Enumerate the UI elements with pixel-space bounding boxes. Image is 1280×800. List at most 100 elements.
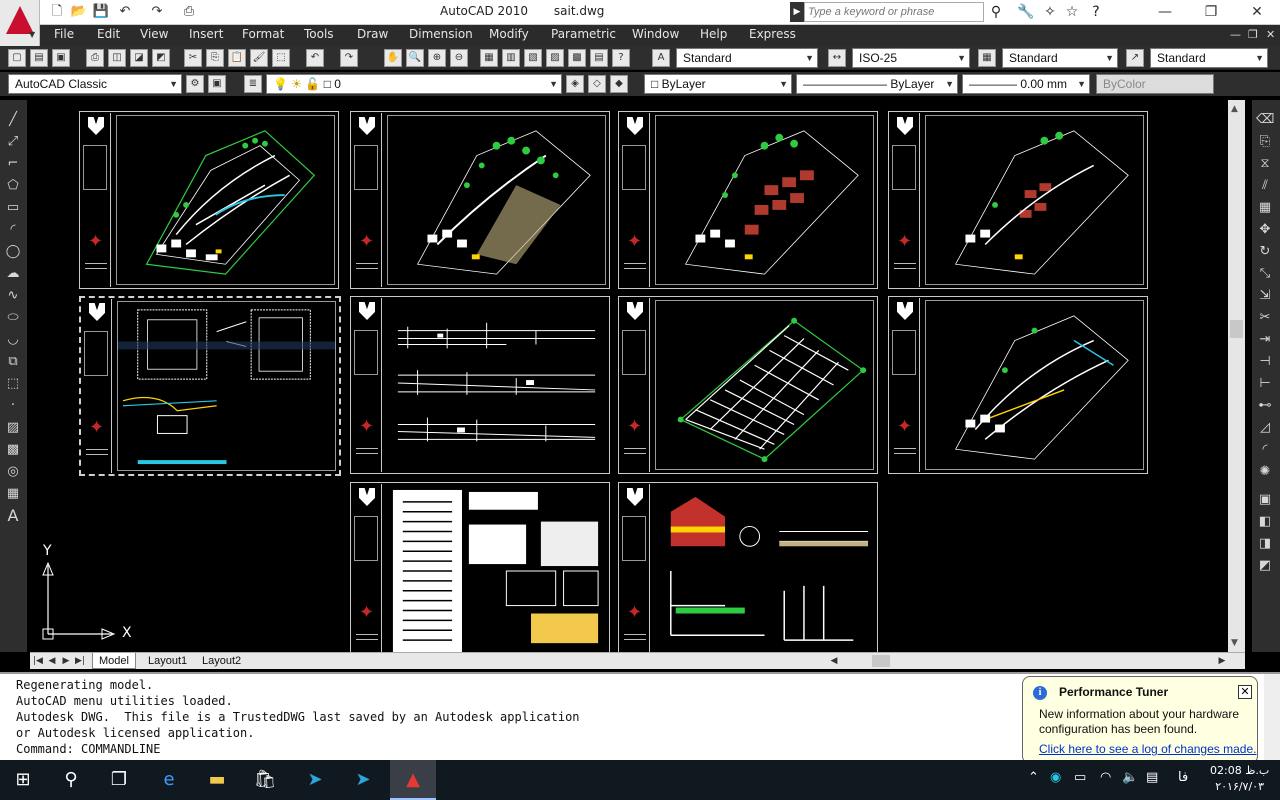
publish-icon[interactable]: ◪ [130,49,148,67]
match-properties-icon[interactable]: 🖌 [250,49,268,67]
prev-tab-icon[interactable]: ◀ [46,654,58,668]
search-input[interactable]: Type a keyword or phrase [804,2,984,22]
menu-parametric[interactable]: Parametric [551,27,616,41]
scroll-up-icon[interactable]: ▲ [1231,104,1238,114]
tool-palettes-icon[interactable]: ▧ [524,49,542,67]
chamfer-icon[interactable]: ◿ [1256,420,1274,436]
table-style-select[interactable]: Standard ▼ [1002,48,1118,68]
search-icon[interactable]: ⚲ [48,760,94,800]
doc-restore-icon[interactable]: ❐ [1248,28,1258,41]
drawing-sheet[interactable]: ✦ [888,111,1148,289]
subscription-icon[interactable]: 🔧 [1016,3,1036,21]
menu-edit[interactable]: Edit [97,27,120,41]
fillet-icon[interactable]: ◜ [1256,442,1274,458]
doc-minimize-icon[interactable]: — [1230,28,1241,41]
view-log-link[interactable]: Click here to see a log of changes made. [1039,742,1256,756]
3d-print-icon[interactable]: ◩ [152,49,170,67]
make-layer-current-icon[interactable]: ◈ [566,75,584,93]
tab-layout1[interactable]: Layout1 [142,653,193,669]
polyline-icon[interactable]: ⌐ [4,156,22,172]
arc-icon[interactable]: ◜ [4,222,22,238]
last-tab-icon[interactable]: ▶| [74,654,86,668]
workspace-save-icon[interactable]: ▣ [208,75,226,93]
menu-dimension[interactable]: Dimension [409,27,473,41]
zoom-realtime-icon[interactable]: 🔍 [406,49,424,67]
erase-icon[interactable]: ⌫ [1256,112,1274,128]
dim-style-select[interactable]: ISO-25 ▼ [852,48,970,68]
open-icon[interactable]: 📂 [70,3,88,21]
help-icon[interactable]: ? [1086,3,1106,21]
drawing-sheet[interactable]: ✦ [350,296,610,474]
cut-icon[interactable]: ✂ [184,49,202,67]
layer-select[interactable]: 💡 ☀ 🔓 □ 0 ▼ [266,74,562,94]
drawing-sheet[interactable]: ✦ [618,111,878,289]
scale-icon[interactable]: ⤡ [1256,266,1274,282]
ellipse-arc-icon[interactable]: ◡ [4,332,22,348]
battery-icon[interactable]: ▭ [1074,770,1086,785]
mirror-icon[interactable]: ⧖ [1256,156,1274,172]
first-tab-icon[interactable]: |◀ [32,654,44,668]
join-icon[interactable]: ⊷ [1256,398,1274,414]
markup-icon[interactable]: ▩ [568,49,586,67]
table-icon[interactable]: ▦ [4,486,22,502]
drawing-sheet-selected[interactable]: ✦ [79,296,341,476]
drawing-sheet[interactable]: ✦ [618,296,878,474]
move-icon[interactable]: ✥ [1256,222,1274,238]
circle-icon[interactable]: ◯ [4,244,22,260]
trim-icon[interactable]: ✂ [1256,310,1274,326]
application-menu-button[interactable]: ▼ [0,0,40,46]
menu-file[interactable]: File [54,27,74,41]
send-back-icon[interactable]: ◨ [1256,536,1274,552]
communication-icon[interactable]: ✧ [1040,3,1060,21]
point-icon[interactable]: · [4,398,22,414]
command-scrollbar[interactable] [1264,674,1280,760]
extend-icon[interactable]: ⇥ [1256,332,1274,348]
drawing-canvas[interactable]: ✦ ✦ ✦ ✦ ✦ ✦ ✦ ✦ ✦ ✦ Y X [30,100,1228,652]
insert-block-icon[interactable]: ⧉ [4,354,22,370]
multileader-style-icon[interactable]: ↗ [1126,49,1144,67]
binoculars-icon[interactable]: ⚲ [986,3,1006,21]
calculator-icon[interactable]: ▤ [590,49,608,67]
plot-icon[interactable]: ⎙ [180,3,198,21]
minimize-button[interactable]: — [1142,0,1188,25]
text-style-icon[interactable]: A [652,49,670,67]
hatch-icon[interactable]: ▨ [4,420,22,436]
layer-states-icon[interactable]: ◆ [610,75,628,93]
tab-model[interactable]: Model [92,653,136,669]
redo-icon[interactable]: ↷ [340,49,358,67]
construction-line-icon[interactable]: ⤢ [4,134,22,150]
menu-insert[interactable]: Insert [189,27,223,41]
menu-modify[interactable]: Modify [489,27,529,41]
doc-close-icon[interactable]: ✕ [1266,28,1275,41]
telegram-notify-icon[interactable]: ➤ [340,760,386,800]
command-prompt[interactable]: Command: COMMANDLINE [16,742,161,756]
text-front-icon[interactable]: ◩ [1256,558,1274,574]
revision-cloud-icon[interactable]: ☁ [4,266,22,282]
array-icon[interactable]: ▦ [1256,200,1274,216]
drawing-sheet[interactable]: ✦ [79,111,339,289]
vertical-scrollbar[interactable]: ▲ ▼ [1228,100,1245,652]
input-language-indicator[interactable]: فا [1178,770,1188,785]
telegram-icon[interactable]: ➤ [292,760,338,800]
menu-window[interactable]: Window [632,27,679,41]
design-center-icon[interactable]: ▥ [502,49,520,67]
tray-expand-icon[interactable]: ⌃ [1028,770,1039,785]
drawing-sheet[interactable]: ✦ [618,482,878,652]
tab-layout2[interactable]: Layout2 [196,653,247,669]
rectangle-icon[interactable]: ▭ [4,200,22,216]
make-block-icon[interactable]: ⬚ [4,376,22,392]
zoom-previous-icon[interactable]: ⊖ [450,49,468,67]
ellipse-icon[interactable]: ⬭ [4,310,22,326]
copy-object-icon[interactable]: ⎘ [1256,134,1274,150]
copy-icon[interactable]: ⎘ [206,49,224,67]
scroll-left-icon[interactable]: ◀ [828,654,840,668]
qnew-icon[interactable]: ▢ [8,49,26,67]
preview-icon[interactable]: ◫ [108,49,126,67]
skype-icon[interactable]: ◉ [1050,770,1061,785]
menu-format[interactable]: Format [242,27,284,41]
block-editor-icon[interactable]: ⬚ [272,49,290,67]
system-clock[interactable]: 02:08 ب.ظ ۲۰۱۶/۷/۰۳ [1210,763,1269,795]
volume-icon[interactable]: 🔈 [1122,770,1138,785]
dim-style-icon[interactable]: ↔ [828,49,846,67]
bring-front-icon[interactable]: ◧ [1256,514,1274,530]
